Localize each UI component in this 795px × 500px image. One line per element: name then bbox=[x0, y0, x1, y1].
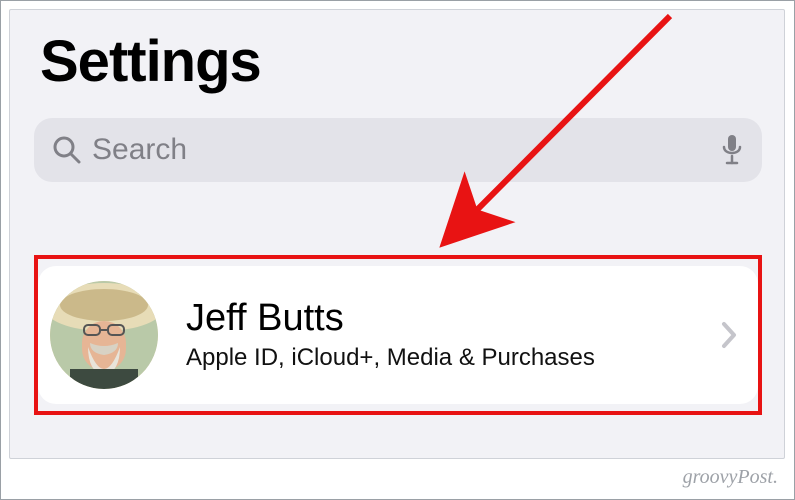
watermark: groovyPost. bbox=[683, 466, 778, 489]
microphone-icon[interactable] bbox=[720, 133, 744, 167]
apple-id-profile-row[interactable]: Jeff Butts Apple ID, iCloud+, Media & Pu… bbox=[38, 266, 758, 404]
page-title: Settings bbox=[40, 28, 261, 95]
search-placeholder: Search bbox=[92, 133, 712, 167]
profile-name: Jeff Butts bbox=[186, 298, 720, 340]
avatar bbox=[50, 281, 158, 389]
watermark-text: groovyPost. bbox=[683, 466, 778, 488]
chevron-right-icon bbox=[720, 320, 738, 350]
search-icon bbox=[52, 135, 82, 165]
settings-screen: Settings Search bbox=[9, 9, 785, 459]
profile-subtitle: Apple ID, iCloud+, Media & Purchases bbox=[186, 344, 720, 372]
search-field[interactable]: Search bbox=[34, 118, 762, 182]
profile-text-block: Jeff Butts Apple ID, iCloud+, Media & Pu… bbox=[186, 298, 720, 372]
screenshot-frame: Settings Search bbox=[0, 0, 795, 500]
